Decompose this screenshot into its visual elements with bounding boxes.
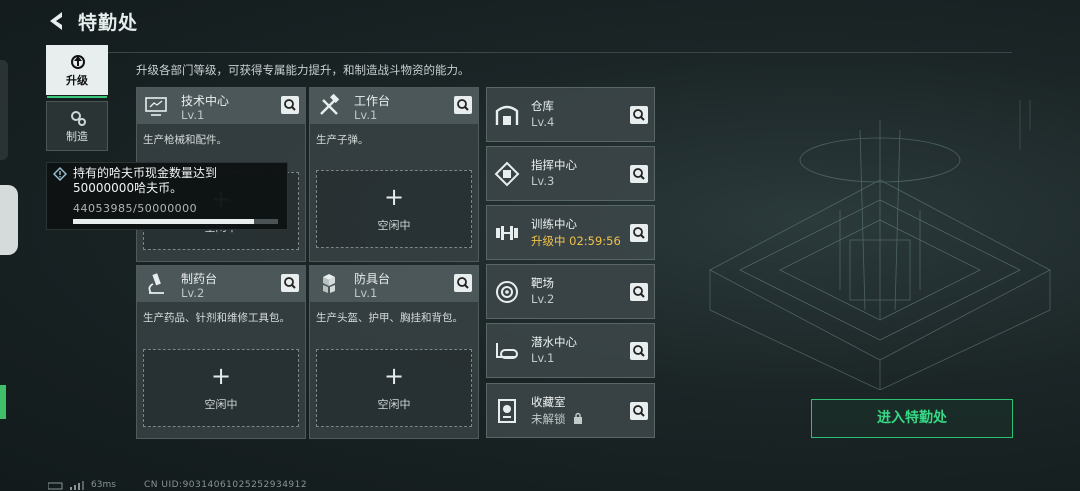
facility-name: 潜水中心 [531,335,577,349]
nav-craft-label: 制造 [66,130,88,143]
alert-diamond-icon [53,167,67,181]
card-name: 技术中心 [181,94,230,108]
slot-status: 空闲中 [377,398,411,411]
search-icon[interactable] [630,402,648,420]
card-level: Lv.2 [181,286,205,300]
ping-text: 63ms [91,480,116,490]
facility-command-center[interactable]: 指挥中心 Lv.3 [486,146,655,201]
building-hologram [709,100,1051,390]
facility-card-workbench[interactable]: 工作台 Lv.1 生产子弹。 + 空闲中 [309,87,479,262]
armor-cubes-icon [323,274,335,293]
search-icon[interactable] [281,274,299,292]
card-name: 制药台 [181,272,218,286]
microscope-icon [148,273,164,294]
facility-shooting-range[interactable]: 靶场 Lv.2 [486,264,655,319]
facility-collection-room[interactable]: 收藏室 未解锁 [486,383,655,438]
search-icon[interactable] [454,274,472,292]
card-header: 技术中心 Lv.1 [137,88,305,124]
add-icon: + [383,362,405,390]
facility-name: 靶场 [531,276,554,290]
dumbbell-icon [496,226,518,240]
facility-diving-center[interactable]: 潜水中心 Lv.1 [486,323,655,378]
collection-icon [498,399,516,423]
lock-icon [574,412,583,424]
slot-status: 空闲中 [204,398,238,411]
locked-text: 未解锁 [531,412,566,426]
card-description: 生产子弹。 [316,134,369,146]
uid-text: CN UID:9031406102525293491​2 [144,480,308,490]
search-icon[interactable] [630,224,648,242]
tools-icon [320,93,340,115]
card-description: 生产药品、针剂和维修工具包。 [143,312,290,324]
nav-craft-tab[interactable]: 制造 [46,101,108,151]
facility-level: Lv.1 [531,351,555,365]
facility-training-center[interactable]: 训练中心 升级中 02:59:56 [486,205,655,260]
facility-upgrade-timer: 升级中 02:59:56 [531,234,621,248]
add-icon: + [210,362,232,390]
facility-warehouse[interactable]: 仓库 Lv.4 [486,87,655,142]
back-arrow-icon[interactable] [46,10,68,32]
search-icon[interactable] [630,342,648,360]
page-subtitle: 升级各部门等级，可获得专属能力提升，和制造战斗物资的能力。 [136,63,470,77]
side-widget-indicator [0,385,6,419]
search-icon[interactable] [281,96,299,114]
tooltip-progress-fill [73,219,254,224]
add-icon: + [383,183,405,211]
search-icon[interactable] [630,283,648,301]
facility-locked-status: 未解锁 [531,411,583,427]
card-level: Lv.1 [354,108,378,122]
card-description: 生产枪械和配件。 [143,134,227,146]
warehouse-icon [495,105,519,125]
card-description: 生产头盔、护甲、胸挂和背包。 [316,312,463,324]
card-name: 防具台 [354,272,391,286]
slot-status: 空闲中 [377,219,411,232]
target-icon [496,281,518,303]
diving-icon [496,343,518,359]
card-level: Lv.1 [181,108,205,122]
facility-card-armor-bench[interactable]: 防具台 Lv.1 生产头盔、护甲、胸挂和背包。 + 空闲中 [309,265,479,439]
facility-level: Lv.4 [531,115,555,129]
header-divider [78,52,1012,53]
facility-name: 收藏室 [531,395,566,409]
facility-level: Lv.2 [531,292,555,306]
card-header: 工作台 Lv.1 [310,88,478,124]
chip-icon [494,161,520,187]
production-slot[interactable]: + 空闲中 [143,349,299,427]
production-slot[interactable]: + 空闲中 [316,349,472,427]
card-header: 制药台 Lv.2 [137,266,305,302]
search-icon[interactable] [454,96,472,114]
gears-icon [71,111,86,126]
production-slot[interactable]: + 空闲中 [316,170,472,248]
tooltip-progress-bar [73,219,278,224]
card-header: 防具台 Lv.1 [310,266,478,302]
facility-level: Lv.3 [531,174,555,188]
signal-icon [48,481,84,490]
left-edge-panel [0,60,8,160]
computer-icon [145,97,167,116]
facility-name: 仓库 [531,99,554,113]
nav-upgrade-label: 升级 [66,74,88,87]
search-icon[interactable] [630,165,648,183]
tooltip-text: 持有的哈夫币现金数量达到50000000哈夫币。 [73,166,218,195]
upgrade-icon [71,55,85,69]
facility-name: 指挥中心 [531,158,577,172]
card-name: 工作台 [354,94,391,108]
facility-name: 训练中心 [531,217,577,231]
page-title: 特勤处 [78,12,139,34]
requirement-tooltip: 持有的哈夫币现金数量达到50000000哈夫币。 44053985/500000… [46,162,288,230]
enter-special-ops-button[interactable]: 进入特勤处 [811,399,1013,438]
nav-upgrade-tab[interactable]: 升级 [46,45,108,98]
facility-card-pharmacy[interactable]: 制药台 Lv.2 生产药品、针剂和维修工具包。 + 空闲中 [136,265,306,439]
search-icon[interactable] [630,106,648,124]
card-level: Lv.1 [354,286,378,300]
side-widget[interactable] [0,185,18,419]
tooltip-progress-text: 44053985/50000000 [73,202,198,215]
